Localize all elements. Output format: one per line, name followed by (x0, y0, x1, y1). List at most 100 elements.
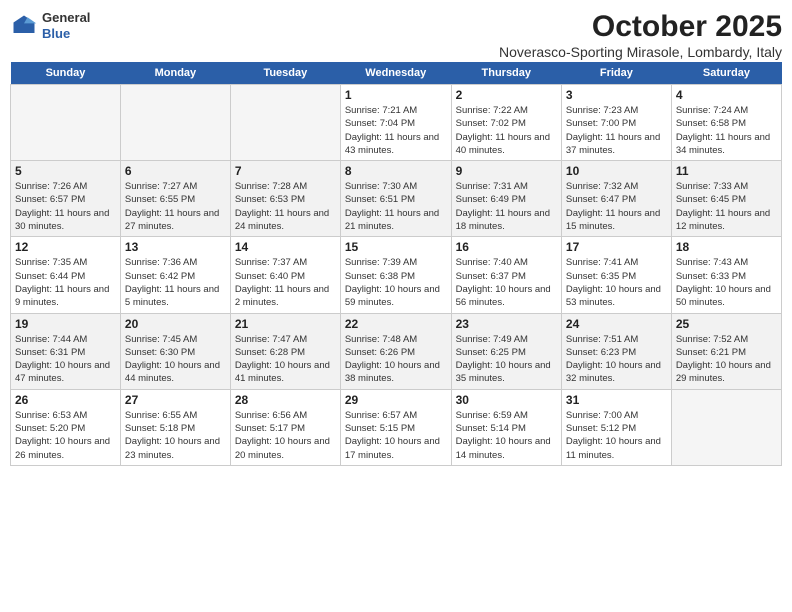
calendar-cell: 26Sunrise: 6:53 AM Sunset: 5:20 PM Dayli… (11, 389, 121, 465)
cell-daylight-info: Sunrise: 6:57 AM Sunset: 5:15 PM Dayligh… (345, 409, 447, 462)
cell-daylight-info: Sunrise: 7:41 AM Sunset: 6:35 PM Dayligh… (566, 256, 667, 309)
title-block: October 2025 Noverasco-Sporting Mirasole… (499, 10, 782, 60)
date-number: 21 (235, 317, 336, 331)
calendar-cell: 7Sunrise: 7:28 AM Sunset: 6:53 PM Daylig… (230, 161, 340, 237)
date-number: 16 (456, 240, 557, 254)
logo-general: General (42, 10, 90, 26)
date-number: 8 (345, 164, 447, 178)
calendar-cell: 28Sunrise: 6:56 AM Sunset: 5:17 PM Dayli… (230, 389, 340, 465)
cell-daylight-info: Sunrise: 7:51 AM Sunset: 6:23 PM Dayligh… (566, 333, 667, 386)
calendar-cell: 16Sunrise: 7:40 AM Sunset: 6:37 PM Dayli… (451, 237, 561, 313)
calendar-cell: 10 Sunrise: 7:32 AM Sunset: 6:47 PM Dayli… (561, 161, 671, 237)
calendar-cell: 8 Sunrise: 7:30 AM Sunset: 6:51 PM Daylig… (340, 161, 451, 237)
logo: General Blue (10, 10, 90, 41)
date-number: 29 (345, 393, 447, 407)
calendar-cell: 1Sunrise: 7:21 AM Sunset: 7:04 PM Daylig… (340, 85, 451, 161)
logo-text: General Blue (42, 10, 90, 41)
date-number: 5 (15, 164, 116, 178)
date-number: 2 (456, 88, 557, 102)
week-row-5: 26Sunrise: 6:53 AM Sunset: 5:20 PM Dayli… (11, 389, 782, 465)
cell-daylight-info: Sunrise: 7:48 AM Sunset: 6:26 PM Dayligh… (345, 333, 447, 386)
calendar-cell: 19Sunrise: 7:44 AM Sunset: 6:31 PM Dayli… (11, 313, 121, 389)
calendar-cell: 22 Sunrise: 7:48 AM Sunset: 6:26 PM Dayli… (340, 313, 451, 389)
cell-daylight-info: Sunrise: 7:47 AM Sunset: 6:28 PM Dayligh… (235, 333, 336, 386)
calendar-cell: 31 Sunrise: 7:00 AM Sunset: 5:12 PM Dayli… (561, 389, 671, 465)
calendar-cell (671, 389, 781, 465)
calendar-cell: 21 Sunrise: 7:47 AM Sunset: 6:28 PM Dayli… (230, 313, 340, 389)
week-row-3: 12 Sunrise: 7:35 AM Sunset: 6:44 PM Dayli… (11, 237, 782, 313)
logo-icon (10, 12, 38, 40)
date-number: 31 (566, 393, 667, 407)
cell-daylight-info: Sunrise: 7:32 AM Sunset: 6:47 PM Dayligh… (566, 180, 667, 233)
logo-blue: Blue (42, 26, 90, 42)
calendar-cell (230, 85, 340, 161)
cell-daylight-info: Sunrise: 7:27 AM Sunset: 6:55 PM Dayligh… (125, 180, 226, 233)
date-number: 6 (125, 164, 226, 178)
calendar-cell: 2Sunrise: 7:22 AM Sunset: 7:02 PM Daylig… (451, 85, 561, 161)
cell-daylight-info: Sunrise: 7:52 AM Sunset: 6:21 PM Dayligh… (676, 333, 777, 386)
date-number: 25 (676, 317, 777, 331)
date-number: 1 (345, 88, 447, 102)
date-number: 20 (125, 317, 226, 331)
calendar-cell: 20 Sunrise: 7:45 AM Sunset: 6:30 PM Dayli… (120, 313, 230, 389)
cell-daylight-info: Sunrise: 7:23 AM Sunset: 7:00 PM Dayligh… (566, 104, 667, 157)
cell-daylight-info: Sunrise: 6:59 AM Sunset: 5:14 PM Dayligh… (456, 409, 557, 462)
day-header-saturday: Saturday (671, 62, 781, 85)
calendar-cell: 18Sunrise: 7:43 AM Sunset: 6:33 PM Dayli… (671, 237, 781, 313)
date-number: 22 (345, 317, 447, 331)
date-number: 13 (125, 240, 226, 254)
cell-daylight-info: Sunrise: 7:31 AM Sunset: 6:49 PM Dayligh… (456, 180, 557, 233)
cell-daylight-info: Sunrise: 7:30 AM Sunset: 6:51 PM Dayligh… (345, 180, 447, 233)
date-number: 27 (125, 393, 226, 407)
calendar-cell: 13 Sunrise: 7:36 AM Sunset: 6:42 PM Dayli… (120, 237, 230, 313)
week-row-4: 19Sunrise: 7:44 AM Sunset: 6:31 PM Dayli… (11, 313, 782, 389)
date-number: 10 (566, 164, 667, 178)
date-number: 11 (676, 164, 777, 178)
calendar-cell: 17Sunrise: 7:41 AM Sunset: 6:35 PM Dayli… (561, 237, 671, 313)
date-number: 14 (235, 240, 336, 254)
cell-daylight-info: Sunrise: 7:36 AM Sunset: 6:42 PM Dayligh… (125, 256, 226, 309)
calendar-cell: 15Sunrise: 7:39 AM Sunset: 6:38 PM Dayli… (340, 237, 451, 313)
calendar-cell: 23 Sunrise: 7:49 AM Sunset: 6:25 PM Dayli… (451, 313, 561, 389)
calendar-cell: 5 Sunrise: 7:26 AM Sunset: 6:57 PM Daylig… (11, 161, 121, 237)
date-number: 9 (456, 164, 557, 178)
cell-daylight-info: Sunrise: 7:33 AM Sunset: 6:45 PM Dayligh… (676, 180, 777, 233)
date-number: 12 (15, 240, 116, 254)
calendar-cell: 14Sunrise: 7:37 AM Sunset: 6:40 PM Dayli… (230, 237, 340, 313)
calendar-cell: 29 Sunrise: 6:57 AM Sunset: 5:15 PM Dayli… (340, 389, 451, 465)
cell-daylight-info: Sunrise: 6:56 AM Sunset: 5:17 PM Dayligh… (235, 409, 336, 462)
date-number: 18 (676, 240, 777, 254)
week-row-2: 5 Sunrise: 7:26 AM Sunset: 6:57 PM Daylig… (11, 161, 782, 237)
calendar-cell: 30 Sunrise: 6:59 AM Sunset: 5:14 PM Dayli… (451, 389, 561, 465)
cell-daylight-info: Sunrise: 6:53 AM Sunset: 5:20 PM Dayligh… (15, 409, 116, 462)
day-header-tuesday: Tuesday (230, 62, 340, 85)
calendar-cell: 25 Sunrise: 7:52 AM Sunset: 6:21 PM Dayli… (671, 313, 781, 389)
day-header-friday: Friday (561, 62, 671, 85)
date-number: 4 (676, 88, 777, 102)
calendar-cell: 27 Sunrise: 6:55 AM Sunset: 5:18 PM Dayli… (120, 389, 230, 465)
cell-daylight-info: Sunrise: 7:45 AM Sunset: 6:30 PM Dayligh… (125, 333, 226, 386)
calendar-cell: 24 Sunrise: 7:51 AM Sunset: 6:23 PM Dayli… (561, 313, 671, 389)
date-number: 15 (345, 240, 447, 254)
day-header-thursday: Thursday (451, 62, 561, 85)
calendar-title: October 2025 (499, 10, 782, 44)
date-number: 24 (566, 317, 667, 331)
cell-daylight-info: Sunrise: 7:44 AM Sunset: 6:31 PM Dayligh… (15, 333, 116, 386)
days-header-row: SundayMondayTuesdayWednesdayThursdayFrid… (11, 62, 782, 85)
cell-daylight-info: Sunrise: 7:00 AM Sunset: 5:12 PM Dayligh… (566, 409, 667, 462)
calendar-cell: 9 Sunrise: 7:31 AM Sunset: 6:49 PM Daylig… (451, 161, 561, 237)
page-header: General Blue October 2025 Noverasco-Spor… (10, 10, 782, 60)
calendar-subtitle: Noverasco-Sporting Mirasole, Lombardy, I… (499, 44, 782, 60)
date-number: 23 (456, 317, 557, 331)
cell-daylight-info: Sunrise: 6:55 AM Sunset: 5:18 PM Dayligh… (125, 409, 226, 462)
week-row-1: 1Sunrise: 7:21 AM Sunset: 7:04 PM Daylig… (11, 85, 782, 161)
calendar-cell: 3Sunrise: 7:23 AM Sunset: 7:00 PM Daylig… (561, 85, 671, 161)
cell-daylight-info: Sunrise: 7:35 AM Sunset: 6:44 PM Dayligh… (15, 256, 116, 309)
cell-daylight-info: Sunrise: 7:26 AM Sunset: 6:57 PM Dayligh… (15, 180, 116, 233)
calendar-cell: 11 Sunrise: 7:33 AM Sunset: 6:45 PM Dayli… (671, 161, 781, 237)
calendar-cell: 6 Sunrise: 7:27 AM Sunset: 6:55 PM Daylig… (120, 161, 230, 237)
calendar-cell (11, 85, 121, 161)
date-number: 30 (456, 393, 557, 407)
cell-daylight-info: Sunrise: 7:49 AM Sunset: 6:25 PM Dayligh… (456, 333, 557, 386)
day-header-wednesday: Wednesday (340, 62, 451, 85)
